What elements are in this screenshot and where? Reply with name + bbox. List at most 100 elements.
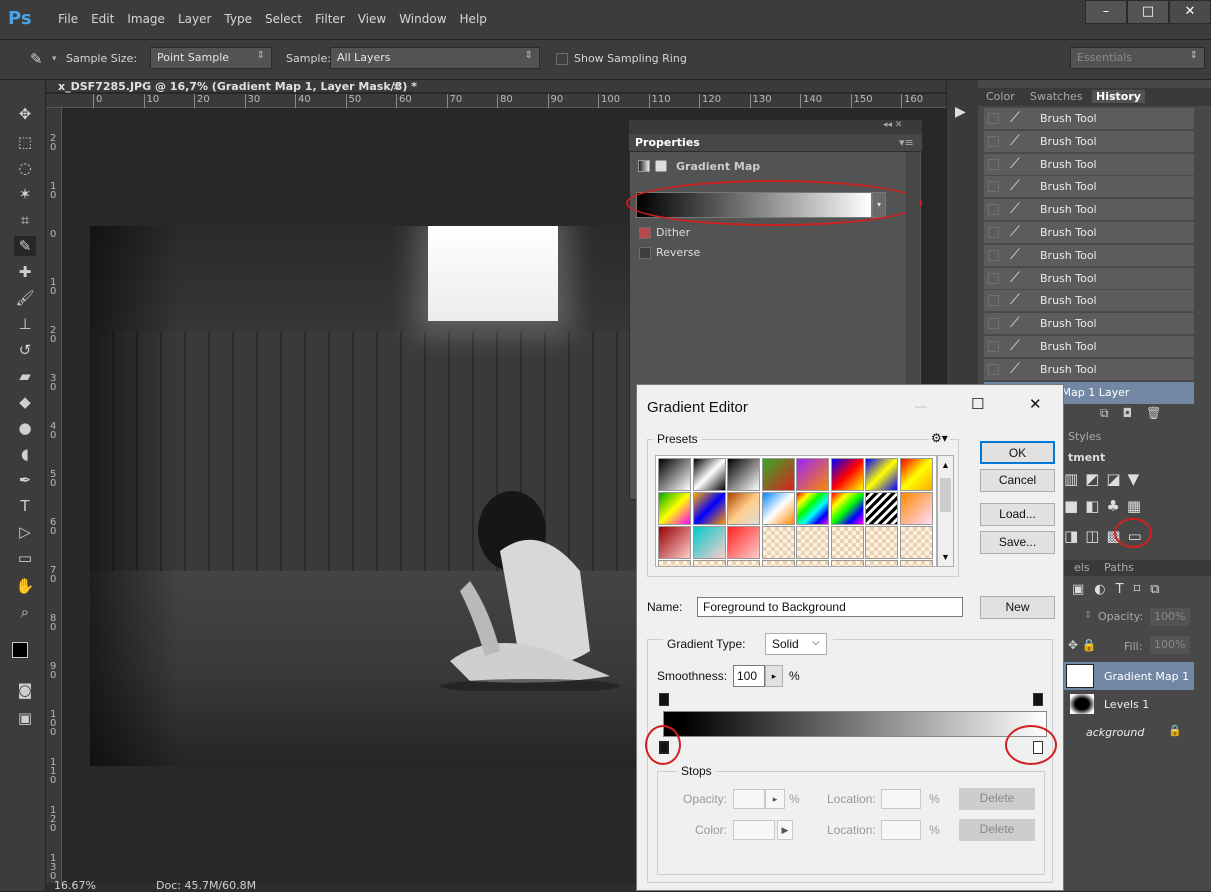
delete-color-stop-button[interactable]: Delete (959, 819, 1035, 841)
load-button[interactable]: Load... (980, 503, 1055, 526)
pen-tool-icon[interactable]: ✒ (14, 470, 36, 490)
gradient-preset-swatch[interactable] (830, 526, 864, 559)
curves-icon[interactable]: ◩ (1085, 470, 1106, 488)
tab-history[interactable]: History (1092, 90, 1145, 103)
crop-tool-icon[interactable]: ⌗ (14, 210, 36, 230)
zoom-tool-icon[interactable]: ⌕ (14, 602, 36, 622)
stamp-tool-icon[interactable]: ⊥ (14, 314, 36, 334)
gradient-bar[interactable] (663, 711, 1047, 737)
opacity-field[interactable]: 100% (1150, 608, 1190, 626)
adjustment-filter-icon[interactable]: ◐ (1094, 582, 1115, 597)
gradient-preset-swatch[interactable] (796, 458, 829, 491)
levels-icon[interactable]: ▥ (1064, 470, 1085, 488)
tab-properties[interactable]: Properties (635, 136, 700, 149)
doc-size[interactable]: Doc: 45.7M/60.8M (156, 879, 256, 892)
gradient-preset-swatch[interactable] (830, 492, 864, 525)
stop-opacity-slider-button[interactable]: ▸ (765, 789, 785, 809)
sample-size-select[interactable]: Point Sample ⇕ (150, 47, 272, 69)
gradient-preset-swatch[interactable] (865, 560, 898, 566)
history-item[interactable]: ⟋ Brush Tool (984, 313, 1194, 336)
smart-filter-icon[interactable]: ⧉ (1150, 582, 1169, 597)
eyedropper-tool-icon[interactable]: ✎ (14, 236, 36, 256)
ok-button[interactable]: OK (980, 441, 1055, 464)
hand-tool-icon[interactable]: ✋ (14, 576, 36, 596)
brush-tool-icon[interactable]: 🖌 (14, 288, 36, 308)
reverse-checkbox[interactable] (639, 247, 651, 259)
layer-mask-icon[interactable] (655, 160, 667, 172)
collapse-controls[interactable]: ◂◂ ✕ (883, 120, 902, 130)
color-balance-icon[interactable]: ◧ (1085, 497, 1106, 515)
workspace-select[interactable]: Essentials ⇕ (1070, 47, 1205, 69)
menu-layer[interactable]: Layer (178, 12, 211, 26)
selective-color-icon[interactable]: ◫ (1085, 527, 1106, 545)
close-window-button[interactable]: ✕ (1169, 0, 1211, 24)
stop-color-swatch[interactable] (733, 820, 775, 840)
close-icon[interactable]: ✕ (1029, 395, 1042, 413)
history-item[interactable]: ⟋ Brush Tool (984, 199, 1194, 222)
layer-mask-thumb[interactable] (1066, 664, 1094, 688)
history-item[interactable]: ⟋ Brush Tool (984, 130, 1194, 153)
snapshot-icon[interactable]: ◘ (1123, 406, 1147, 420)
tool-preset-arrow-icon[interactable]: ▾ (52, 54, 57, 64)
path-selection-icon[interactable]: ▷ (14, 522, 36, 542)
gradient-preset-swatch[interactable] (899, 458, 933, 491)
history-source-box[interactable] (988, 318, 999, 330)
foreground-color-swatch[interactable] (12, 642, 28, 658)
maximize-button[interactable]: □ (1127, 0, 1169, 24)
close-document-icon[interactable]: × (392, 80, 401, 93)
history-item[interactable]: ⟋ Brush Tool (984, 108, 1194, 130)
gradient-preset-swatch[interactable] (865, 526, 898, 559)
gradient-preset-swatch[interactable] (727, 492, 760, 525)
shape-filter-icon[interactable]: ⌑ (1134, 582, 1151, 597)
presets-scrollbar[interactable]: ▲ ▼ (937, 455, 954, 567)
zoom-level[interactable]: 16.67% (54, 879, 96, 892)
history-source-box[interactable] (988, 113, 999, 124)
gradient-preset-swatch[interactable] (830, 560, 864, 566)
pixel-filter-icon[interactable]: ▣ (1072, 582, 1094, 597)
history-source-box[interactable] (988, 295, 999, 307)
gradient-preset-swatch[interactable] (692, 526, 726, 559)
menu-help[interactable]: Help (460, 12, 487, 26)
fill-field[interactable]: 100% (1150, 636, 1190, 654)
name-input[interactable]: Foreground to Background (697, 597, 963, 617)
stop-color-menu-button[interactable]: ▶ (777, 820, 793, 840)
opacity-location-input[interactable] (881, 789, 921, 809)
menu-view[interactable]: View (358, 12, 386, 26)
gradient-preset-swatch[interactable] (761, 526, 795, 559)
opacity-stop-left[interactable] (659, 693, 669, 706)
menu-select[interactable]: Select (265, 12, 302, 26)
type-filter-icon[interactable]: T (1116, 582, 1134, 597)
scroll-down-icon[interactable]: ▼ (941, 552, 950, 562)
gradient-map-adjustment-icon[interactable] (638, 160, 650, 172)
history-item[interactable]: ⟋ Brush Tool (984, 267, 1194, 290)
screen-mode-icon[interactable]: ▣ (14, 708, 36, 728)
history-source-box[interactable] (988, 158, 999, 170)
history-source-box[interactable] (988, 341, 999, 352)
gradient-type-select[interactable]: Solid ⌵ (765, 633, 827, 655)
cancel-button[interactable]: Cancel (980, 469, 1055, 492)
tab-color[interactable]: Color (986, 90, 1015, 103)
gradient-preset-swatch[interactable] (761, 492, 795, 525)
gradient-preset-swatch[interactable] (692, 458, 726, 491)
tab-paths[interactable]: Paths (1104, 561, 1134, 574)
tab-swatches[interactable]: Swatches (1030, 90, 1083, 103)
gradient-preset-swatch[interactable] (692, 492, 726, 525)
gradient-preset-swatch[interactable] (761, 458, 795, 491)
tab-channels[interactable]: els (1074, 561, 1090, 574)
gradient-preset-swatch[interactable] (830, 458, 864, 491)
layer-background[interactable]: ackground 🔒 (1064, 720, 1194, 744)
layer-mask-thumb[interactable] (1070, 694, 1094, 714)
lock-all-icon[interactable]: ✥ 🔒 (1068, 638, 1097, 652)
smoothness-slider-button[interactable]: ▸ (765, 665, 783, 687)
opacity-stop-right[interactable] (1033, 693, 1043, 706)
layer-gradient-map[interactable]: Gradient Map 1 (1064, 662, 1194, 690)
panel-menu-icon[interactable]: ▾≡ (899, 136, 914, 149)
gradient-preset-swatch[interactable] (658, 560, 691, 566)
lasso-tool-icon[interactable]: ◌ (14, 158, 36, 178)
blur-tool-icon[interactable]: ● (14, 418, 36, 438)
history-brush-icon[interactable]: ↺ (14, 340, 36, 360)
scroll-thumb[interactable] (940, 478, 951, 512)
gradient-preset-swatch[interactable] (865, 492, 898, 525)
triangle-icon[interactable]: ▼ (1128, 470, 1147, 488)
delete-opacity-stop-button[interactable]: Delete (959, 788, 1035, 810)
